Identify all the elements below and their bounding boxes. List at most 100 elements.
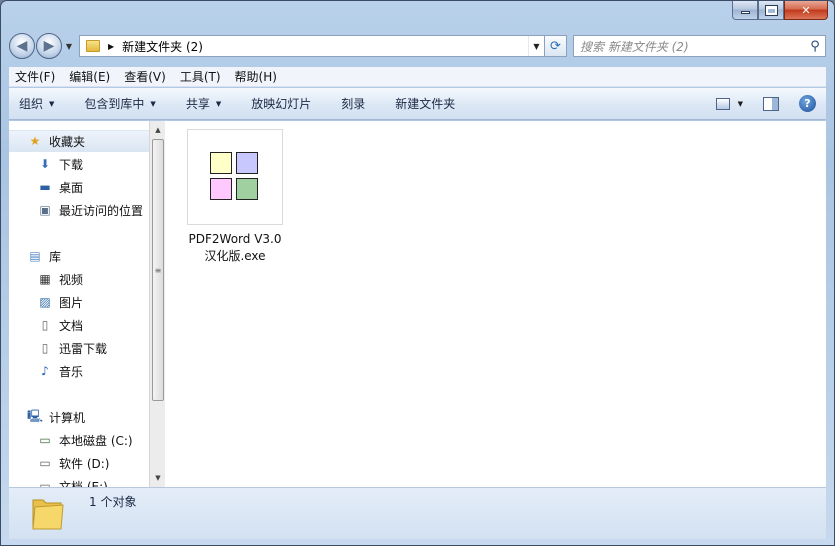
nav-item-music[interactable]: ♪ 音乐: [9, 360, 149, 382]
scroll-up-icon[interactable]: ▲: [151, 122, 165, 138]
menu-bar: 文件(F) 编辑(E) 查看(V) 工具(T) 帮助(H): [9, 67, 826, 87]
document-icon: ▯: [41, 341, 49, 355]
burn-label: 刻录: [341, 97, 366, 111]
organize-label: 组织: [19, 97, 44, 111]
nav-item-label: 桌面: [59, 180, 84, 195]
search-placeholder: 搜索 新建文件夹 (2): [580, 39, 689, 54]
nav-item-label: 图片: [59, 295, 84, 310]
address-bar[interactable]: ▶ 新建文件夹 (2) ▼: [79, 35, 545, 57]
recent-pages-dropdown[interactable]: ▼: [63, 42, 75, 51]
nav-item-videos[interactable]: ▦ 视频: [9, 268, 149, 290]
file-name-line1: PDF2Word V3.0: [188, 232, 282, 246]
computer-icon: 🖳: [27, 408, 44, 423]
forward-button[interactable]: ▶: [36, 33, 62, 59]
file-name-line2: 汉化版.exe: [204, 249, 266, 263]
burn-button[interactable]: 刻录: [341, 95, 365, 112]
include-in-library-label: 包含到库中: [84, 97, 145, 111]
star-icon: ★: [29, 134, 41, 148]
command-bar: 组织 ▼ 包含到库中 ▼ 共享 ▼ 放映幻灯片 刻录 新建文件夹 ▼ ?: [9, 88, 826, 120]
scroll-thumb[interactable]: ≡: [152, 139, 164, 401]
menu-tools[interactable]: 工具(T): [180, 68, 221, 85]
change-view-icon[interactable]: [715, 97, 730, 110]
refresh-icon: ⟳: [550, 38, 561, 54]
chevron-down-icon: ▼: [150, 99, 156, 108]
breadcrumb-separator-icon[interactable]: ▶: [108, 42, 114, 51]
refresh-button[interactable]: ⟳: [545, 35, 567, 57]
slideshow-button[interactable]: 放映幻灯片: [251, 95, 311, 112]
nav-item-drive-e[interactable]: ▭ 文档 (E:): [9, 475, 149, 487]
maximize-button[interactable]: [758, 1, 784, 20]
nav-item-label: 本地磁盘 (C:): [59, 433, 133, 448]
search-input[interactable]: 搜索 新建文件夹 (2) ⚲: [573, 35, 826, 57]
share-button[interactable]: 共享 ▼: [186, 95, 221, 112]
system-drive-icon: ▭: [39, 433, 51, 447]
share-label: 共享: [185, 97, 210, 111]
page-yellow: [210, 152, 232, 174]
address-dropdown-button[interactable]: ▼: [528, 36, 544, 56]
drive-icon: ▭: [39, 479, 51, 487]
view-dropdown-icon[interactable]: ▼: [738, 100, 743, 108]
explorer-window: ✕ ◀ ▶ ▼ ▶ 新建文件夹 (2) ▼ ⟳ 搜索 新建文件夹 (2) ⚲ 文…: [0, 0, 835, 546]
document-icon: ▯: [41, 318, 49, 332]
pdf2word-app-icon: [187, 129, 283, 225]
item-count: 1 个对象: [89, 495, 137, 509]
scroll-down-icon[interactable]: ▼: [151, 470, 165, 486]
slideshow-label: 放映幻灯片: [251, 97, 312, 111]
video-icon: ▦: [39, 272, 51, 286]
help-icon[interactable]: ?: [799, 95, 816, 112]
desktop-icon: ▬: [39, 180, 51, 194]
nav-item-desktop[interactable]: ▬ 桌面: [9, 176, 149, 198]
page-blue: [236, 152, 258, 174]
nav-favorites-label: 收藏夹: [49, 134, 86, 149]
organize-button[interactable]: 组织 ▼: [19, 95, 54, 112]
nav-item-label: 下载: [59, 157, 84, 172]
nav-item-label: 视频: [59, 272, 84, 287]
close-icon: ✕: [801, 3, 811, 17]
nav-libraries[interactable]: ▤ 库: [9, 245, 149, 267]
nav-computer[interactable]: 🖳 计算机: [9, 406, 149, 428]
nav-item-drive-d[interactable]: ▭ 软件 (D:): [9, 452, 149, 474]
new-folder-button[interactable]: 新建文件夹: [395, 95, 455, 112]
chevron-down-icon: ▼: [215, 99, 222, 108]
nav-item-label: 文档: [59, 318, 84, 333]
picture-icon: ▨: [39, 295, 51, 309]
nav-item-pictures[interactable]: ▨ 图片: [9, 291, 149, 313]
nav-favorites[interactable]: ★ 收藏夹: [9, 130, 149, 152]
page-green: [236, 178, 258, 200]
nav-computer-label: 计算机: [49, 410, 86, 425]
caption-buttons: ✕: [732, 1, 828, 20]
download-folder-icon: ⬇: [39, 157, 51, 171]
recent-places-icon: ▣: [39, 203, 51, 217]
nav-item-downloads[interactable]: ⬇ 下载: [9, 153, 149, 175]
nav-scrollbar[interactable]: ▲ ≡ ▼: [149, 121, 165, 487]
file-name: PDF2Word V3.0 汉化版.exe: [187, 231, 283, 265]
nav-item-thunder-downloads[interactable]: ▯ 迅雷下载: [9, 337, 149, 359]
chevron-down-icon: ▼: [49, 99, 55, 108]
file-item[interactable]: PDF2Word V3.0 汉化版.exe: [187, 129, 283, 265]
nav-item-drive-c[interactable]: ▭ 本地磁盘 (C:): [9, 429, 149, 451]
search-icon[interactable]: ⚲: [805, 39, 825, 54]
close-button[interactable]: ✕: [784, 1, 828, 20]
address-row: ◀ ▶ ▼ ▶ 新建文件夹 (2) ▼ ⟳ 搜索 新建文件夹 (2) ⚲: [9, 31, 826, 61]
menu-edit[interactable]: 编辑(E): [69, 68, 110, 85]
navigation-pane: ★ 收藏夹 ⬇ 下载 ▬ 桌面 ▣ 最近访问的位置 ▤ 库 ▦ 视频 ▨ 图片 …: [9, 121, 149, 487]
preview-pane-icon[interactable]: [763, 96, 779, 111]
address-path[interactable]: 新建文件夹 (2): [122, 38, 528, 55]
nav-item-documents[interactable]: ▯ 文档: [9, 314, 149, 336]
nav-item-label: 音乐: [59, 364, 84, 379]
maximize-icon: [764, 4, 778, 16]
back-arrow-icon: ◀: [16, 38, 28, 54]
nav-item-label: 最近访问的位置: [59, 203, 144, 218]
nav-libraries-label: 库: [49, 249, 62, 264]
menu-file[interactable]: 文件(F): [15, 68, 55, 85]
nav-item-recent-places[interactable]: ▣ 最近访问的位置: [9, 199, 149, 221]
minimize-icon: [740, 11, 750, 14]
nav-item-label: 软件 (D:): [59, 456, 110, 471]
minimize-button[interactable]: [732, 1, 758, 20]
menu-view[interactable]: 查看(V): [124, 68, 166, 85]
music-note-icon: ♪: [41, 364, 49, 378]
menu-help[interactable]: 帮助(H): [235, 68, 277, 85]
folder-icon: [32, 499, 64, 530]
include-in-library-button[interactable]: 包含到库中 ▼: [84, 95, 155, 112]
back-button[interactable]: ◀: [9, 33, 35, 59]
